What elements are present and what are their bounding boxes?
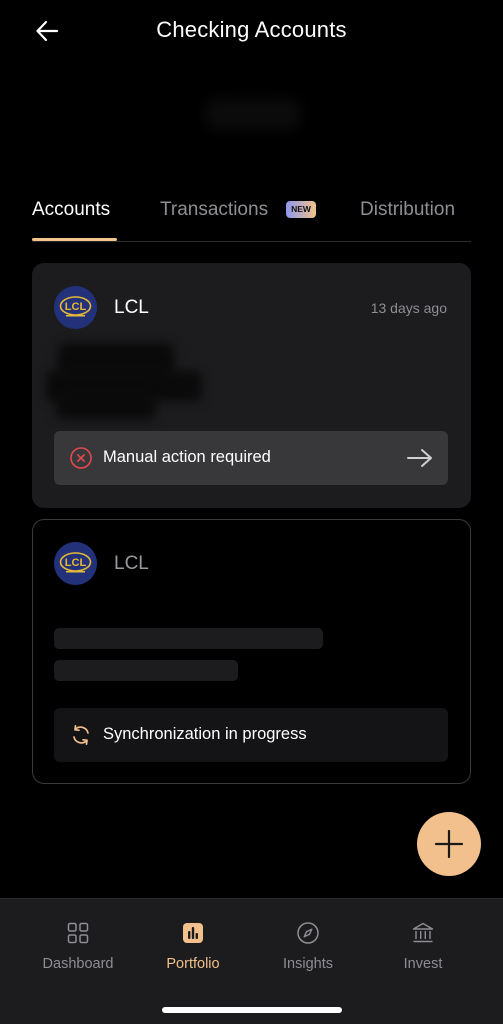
account-card[interactable]: LCL LCL Synchronization in progress xyxy=(32,519,471,784)
nav-invest[interactable]: Invest xyxy=(368,921,478,972)
last-sync-time: 13 days ago xyxy=(370,300,447,316)
bank-icon xyxy=(412,922,434,943)
add-account-button[interactable] xyxy=(417,812,481,876)
blurred-detail xyxy=(56,395,156,419)
sync-icon xyxy=(73,724,89,746)
tab-accounts[interactable]: Accounts xyxy=(32,199,110,221)
loading-skeleton xyxy=(54,628,323,649)
compass-icon xyxy=(297,922,319,944)
nav-label: Invest xyxy=(403,956,443,972)
account-card[interactable]: LCL LCL 13 days ago Manual action requir… xyxy=(32,263,471,508)
tab-transactions[interactable]: Transactions xyxy=(160,199,268,221)
nav-dashboard[interactable]: Dashboard xyxy=(23,921,133,972)
nav-label: Dashboard xyxy=(42,956,114,972)
status-label: Manual action required xyxy=(103,448,271,466)
bank-logo: LCL xyxy=(54,542,97,585)
plus-icon xyxy=(434,829,464,859)
bank-logo: LCL xyxy=(54,286,97,329)
status-label: Synchronization in progress xyxy=(103,725,307,743)
bank-logo-text: LCL xyxy=(65,557,87,569)
bank-name: LCL xyxy=(114,553,149,574)
home-indicator xyxy=(162,1007,342,1013)
tab-bar: Accounts Transactions NEW Distribution xyxy=(32,193,471,242)
loading-skeleton xyxy=(54,660,238,681)
bank-name: LCL xyxy=(114,297,149,318)
blurred-balance xyxy=(205,98,301,130)
nav-portfolio[interactable]: Portfolio xyxy=(138,921,248,972)
header: Checking Accounts xyxy=(0,0,503,60)
tab-distribution[interactable]: Distribution xyxy=(360,199,455,221)
nav-label: Insights xyxy=(283,956,333,972)
bank-logo-text: LCL xyxy=(65,301,87,313)
grid-icon xyxy=(67,922,89,944)
arrow-right-icon xyxy=(407,449,432,467)
page-title: Checking Accounts xyxy=(156,17,347,42)
bottom-nav: Dashboard Portfolio Insights Invest xyxy=(0,898,503,1024)
error-circle-icon xyxy=(70,447,92,469)
new-badge: NEW xyxy=(286,201,316,218)
bar-chart-icon xyxy=(183,923,203,943)
active-tab-indicator xyxy=(32,238,117,241)
manual-action-row[interactable]: Manual action required xyxy=(54,431,448,485)
nav-insights[interactable]: Insights xyxy=(253,921,363,972)
sync-status-row: Synchronization in progress xyxy=(54,708,448,762)
nav-label: Portfolio xyxy=(166,956,220,972)
